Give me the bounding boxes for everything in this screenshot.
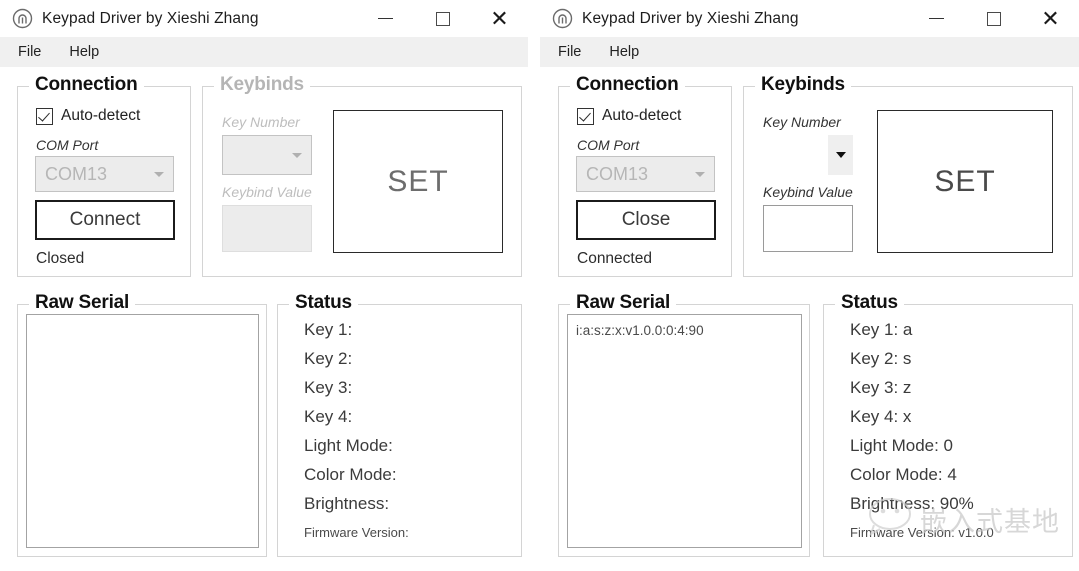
close-connection-button[interactable]: Close xyxy=(576,200,716,240)
connect-button-label: Connect xyxy=(70,209,141,231)
key-number-label: Key Number xyxy=(222,114,300,130)
com-port-label: COM Port xyxy=(36,137,98,153)
status-brightness: Brightness: 90% xyxy=(850,494,974,514)
minimize-button[interactable] xyxy=(908,0,965,37)
status-key2: Key 2: xyxy=(304,349,352,369)
chevron-down-icon xyxy=(292,153,302,158)
raw-serial-group: Raw Serial xyxy=(17,304,267,557)
connection-status-text: Connected xyxy=(577,250,652,268)
status-brightness: Brightness: xyxy=(304,494,389,514)
status-key1: Key 1: xyxy=(304,320,352,340)
maximize-icon xyxy=(436,12,450,26)
connection-group: Connection Auto-detect COM Port COM13 Cl… xyxy=(558,86,732,277)
raw-serial-output[interactable] xyxy=(26,314,259,548)
menubar-left: File Help xyxy=(0,37,528,67)
status-key3: Key 3: z xyxy=(850,378,911,398)
app-logo-icon xyxy=(12,8,33,29)
chevron-down-icon xyxy=(695,172,705,177)
com-port-value: COM13 xyxy=(45,164,107,185)
close-connection-button-label: Close xyxy=(622,209,671,231)
titlebar-right: Keypad Driver by Xieshi Zhang ✕ xyxy=(540,0,1079,37)
titlebar-left: Keypad Driver by Xieshi Zhang ✕ xyxy=(0,0,528,37)
keybinds-group-title: Keybinds xyxy=(755,74,851,96)
menu-item-help[interactable]: Help xyxy=(69,44,99,60)
keybind-value-label: Keybind Value xyxy=(763,184,853,200)
maximize-button[interactable] xyxy=(414,0,471,37)
com-port-combobox[interactable]: COM13 xyxy=(35,156,174,192)
maximize-button[interactable] xyxy=(965,0,1022,37)
minimize-button[interactable] xyxy=(357,0,414,37)
window-controls-left: ✕ xyxy=(357,0,528,37)
status-key3: Key 3: xyxy=(304,378,352,398)
status-group-title: Status xyxy=(289,292,358,314)
set-button-label: SET xyxy=(934,165,995,199)
raw-serial-group: Raw Serial i:a:s:z:x:v1.0.0:0:4:90 xyxy=(558,304,810,557)
status-color-mode: Color Mode: xyxy=(304,465,397,485)
client-area-left: Connection Auto-detect COM Port COM13 Co… xyxy=(0,67,528,571)
menu-item-file[interactable]: File xyxy=(18,44,41,60)
window-title: Keypad Driver by Xieshi Zhang xyxy=(582,10,799,28)
connection-group-title: Connection xyxy=(29,74,144,96)
window-controls-right: ✕ xyxy=(908,0,1079,37)
client-area-right: Connection Auto-detect COM Port COM13 Cl… xyxy=(540,67,1079,571)
status-key4: Key 4: x xyxy=(850,407,911,427)
raw-serial-group-title: Raw Serial xyxy=(29,292,135,314)
menu-item-file[interactable]: File xyxy=(558,44,581,60)
screenshot-root: Keypad Driver by Xieshi Zhang ✕ File Hel… xyxy=(0,0,1079,571)
status-color-mode: Color Mode: 4 xyxy=(850,465,957,485)
com-port-combobox[interactable]: COM13 xyxy=(576,156,715,192)
key-number-combobox[interactable] xyxy=(222,135,312,175)
window-title: Keypad Driver by Xieshi Zhang xyxy=(42,10,259,28)
window-right: Keypad Driver by Xieshi Zhang ✕ File Hel… xyxy=(540,0,1079,571)
autodetect-label: Auto-detect xyxy=(61,107,140,125)
keybind-value-label: Keybind Value xyxy=(222,184,312,200)
connection-group: Connection Auto-detect COM Port COM13 Co… xyxy=(17,86,191,277)
status-firmware-version: Firmware Version: xyxy=(304,525,409,540)
checkbox-icon xyxy=(36,108,53,125)
set-button-label: SET xyxy=(387,165,448,199)
close-button[interactable]: ✕ xyxy=(471,0,528,37)
close-icon: ✕ xyxy=(1041,8,1059,30)
window-left: Keypad Driver by Xieshi Zhang ✕ File Hel… xyxy=(0,0,528,571)
keybinds-group-title: Keybinds xyxy=(214,74,310,96)
raw-serial-group-title: Raw Serial xyxy=(570,292,676,314)
menu-item-help[interactable]: Help xyxy=(609,44,639,60)
autodetect-checkbox[interactable]: Auto-detect xyxy=(577,107,681,125)
com-port-label: COM Port xyxy=(577,137,639,153)
app-logo-icon xyxy=(552,8,573,29)
keybinds-group: Keybinds Key Number Keybind Value SET xyxy=(743,86,1073,277)
status-group-title: Status xyxy=(835,292,904,314)
com-port-value: COM13 xyxy=(586,164,648,185)
connect-button[interactable]: Connect xyxy=(35,200,175,240)
status-firmware-version: Firmware Version: v1.0.0 xyxy=(850,525,994,540)
status-light-mode: Light Mode: xyxy=(304,436,393,456)
keybind-value-input[interactable] xyxy=(222,205,312,252)
chevron-down-icon[interactable] xyxy=(828,135,853,175)
status-light-mode: Light Mode: 0 xyxy=(850,436,953,456)
close-icon: ✕ xyxy=(490,8,508,30)
key-number-label: Key Number xyxy=(763,114,841,130)
key-number-combobox[interactable] xyxy=(799,135,853,175)
minimize-icon xyxy=(929,18,944,19)
autodetect-checkbox[interactable]: Auto-detect xyxy=(36,107,140,125)
status-key1: Key 1: a xyxy=(850,320,912,340)
close-button[interactable]: ✕ xyxy=(1022,0,1079,37)
autodetect-label: Auto-detect xyxy=(602,107,681,125)
connection-group-title: Connection xyxy=(570,74,685,96)
keybind-value-input[interactable] xyxy=(763,205,853,252)
status-group: Status Key 1: Key 2: Key 3: Key 4: Light… xyxy=(277,304,522,557)
status-key4: Key 4: xyxy=(304,407,352,427)
status-group: Status Key 1: a Key 2: s Key 3: z Key 4:… xyxy=(823,304,1073,557)
minimize-icon xyxy=(378,18,393,19)
maximize-icon xyxy=(987,12,1001,26)
menubar-right: File Help xyxy=(540,37,1079,67)
connection-status-text: Closed xyxy=(36,250,84,268)
checkbox-icon xyxy=(577,108,594,125)
status-key2: Key 2: s xyxy=(850,349,911,369)
raw-serial-output[interactable]: i:a:s:z:x:v1.0.0:0:4:90 xyxy=(567,314,802,548)
chevron-down-icon xyxy=(154,172,164,177)
set-button[interactable]: SET xyxy=(877,110,1053,253)
keybinds-group: Keybinds Key Number Keybind Value SET xyxy=(202,86,522,277)
set-button[interactable]: SET xyxy=(333,110,503,253)
